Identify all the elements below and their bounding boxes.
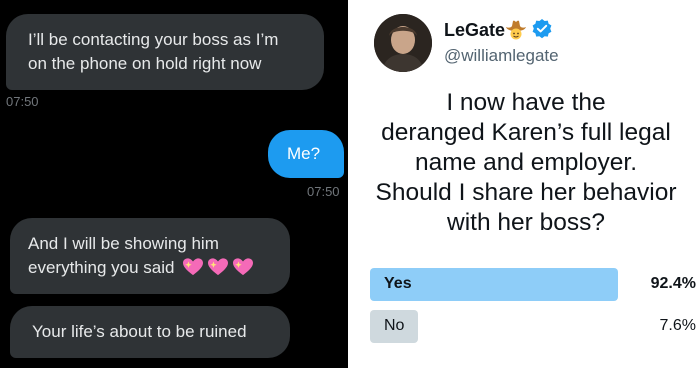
message-bubble: Me? — [268, 130, 344, 178]
name-icons — [505, 18, 553, 45]
message-line: everything you said — [28, 258, 175, 277]
message-line: Me? — [287, 144, 321, 163]
user-handle[interactable]: @williamlegate — [444, 46, 559, 66]
sparkling-heart-icon — [208, 258, 229, 276]
poll-option-percent: 7.6% — [659, 317, 696, 334]
message-timestamp: 07:50 — [6, 94, 39, 109]
message-line: on the phone on hold right now — [28, 54, 262, 73]
sparkling-heart-icon — [233, 258, 254, 276]
verified-badge-icon[interactable] — [531, 18, 553, 40]
tweet-text: I now have the deranged Karen’s full leg… — [364, 88, 688, 238]
tweet-text-line: deranged Karen’s full legal — [381, 119, 671, 146]
tweet-text-line: I now have the — [446, 89, 606, 116]
tweet-text-line: name and employer. — [415, 149, 637, 176]
tweet-text-line: with her boss? — [447, 209, 605, 236]
message-line: Your life’s about to be ruined — [32, 322, 247, 341]
message-line-with-emoji: everything you said — [28, 256, 254, 280]
message-bubble: Your life’s about to be ruined — [10, 306, 290, 358]
poll-option-label: No — [384, 317, 405, 334]
chat-panel: I’ll be contacting your boss as I’m on t… — [0, 0, 348, 368]
avatar[interactable] — [374, 14, 432, 72]
sparkling-heart-icon — [183, 258, 204, 276]
message-timestamp: 07:50 — [307, 184, 340, 199]
profile-photo — [374, 14, 432, 72]
display-name[interactable]: LeGate — [444, 20, 505, 41]
poll-option-percent: 92.4% — [650, 275, 696, 292]
message-line: I’ll be contacting your boss as I’m — [28, 30, 279, 49]
tweet-text-line: Should I share her behavior — [375, 179, 677, 206]
message-bubble: And I will be showing him everything you… — [10, 218, 290, 294]
message-line: And I will be showing him — [28, 234, 219, 253]
cowboy-emoji-icon — [506, 20, 526, 40]
message-bubble: I’ll be contacting your boss as I’m on t… — [6, 14, 324, 90]
tweet-card: LeGate @williamlegate I now have the der… — [352, 0, 700, 368]
poll-option-yes[interactable]: Yes 92.4% — [370, 268, 696, 301]
poll-option-no[interactable]: No 7.6% — [370, 310, 696, 343]
poll-option-label: Yes — [384, 275, 412, 292]
